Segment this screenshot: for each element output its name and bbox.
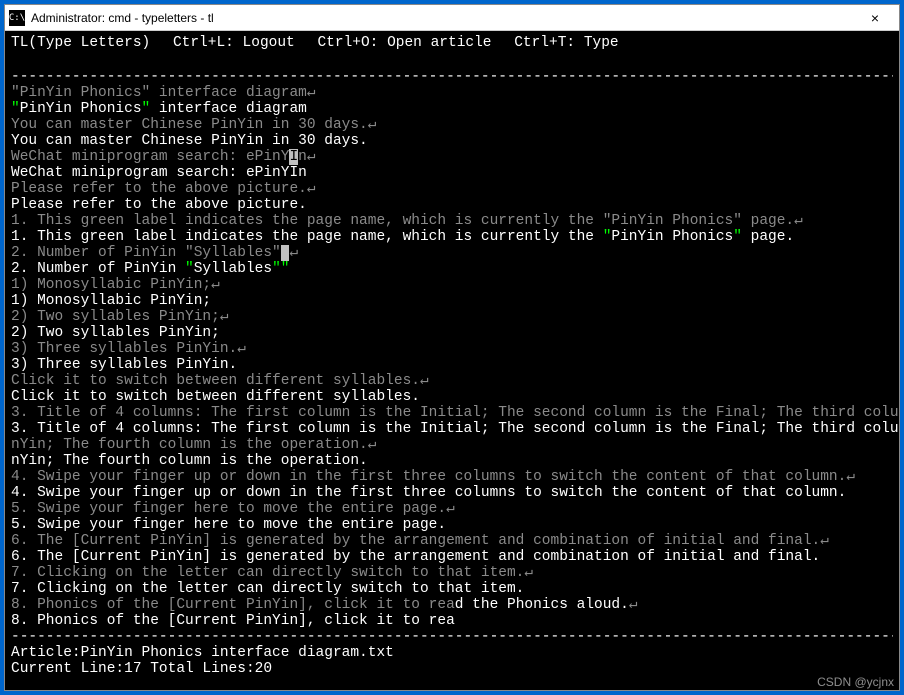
text-line: 2. Number of PinYin "Syllables"" [11, 261, 893, 277]
text-line: "PinYin Phonics" interface diagram↵ [11, 85, 893, 101]
text-line: 8. Phonics of the [Current PinYin], clic… [11, 597, 893, 613]
titlebar: C:\ Administrator: cmd - typeletters - t… [5, 5, 899, 31]
terminal-content[interactable]: TL(Type Letters) Ctrl+L: Logout Ctrl+O: … [5, 31, 899, 690]
footer-article: Article:PinYin Phonics interface diagram… [11, 645, 893, 661]
text-line: You can master Chinese PinYin in 30 days… [11, 133, 893, 149]
text-line: 5. Swipe your finger here to move the en… [11, 517, 893, 533]
empty-line [11, 53, 893, 69]
text-line: WeChat miniprogram search: ePinYIn [11, 165, 893, 181]
divider-top: ----------------------------------------… [11, 69, 893, 85]
menu-logout[interactable]: Ctrl+L: Logout [173, 35, 295, 51]
watermark: CSDN @ycjnx [817, 675, 894, 689]
menu-open-article[interactable]: Ctrl+O: Open article [317, 35, 491, 51]
newline-icon: ↵ [446, 501, 455, 517]
newline-icon: ↵ [846, 469, 855, 485]
text-line: 3) Three syllables PinYin. [11, 357, 893, 373]
text-line: You can master Chinese PinYin in 30 days… [11, 117, 893, 133]
newline-icon: ↵ [794, 213, 803, 229]
divider-bottom: ----------------------------------------… [11, 629, 893, 645]
text-line: 6. The [Current PinYin] is generated by … [11, 533, 893, 549]
text-line: 3. Title of 4 columns: The first column … [11, 421, 893, 437]
menu-type[interactable]: Ctrl+T: Type [514, 35, 618, 51]
newline-icon: ↵ [211, 277, 220, 293]
text-line: Click it to switch between different syl… [11, 373, 893, 389]
newline-icon: ↵ [524, 565, 533, 581]
text-line: 1. This green label indicates the page n… [11, 213, 893, 229]
text-line: 5. Swipe your finger here to move the en… [11, 501, 893, 517]
window-title: Administrator: cmd - typeletters - tl [31, 11, 855, 25]
text-line: 7. Clicking on the letter can directly s… [11, 565, 893, 581]
newline-icon: ↵ [237, 341, 246, 357]
newline-icon: ↵ [220, 309, 229, 325]
newline-icon: ↵ [368, 117, 377, 133]
text-line: Click it to switch between different syl… [11, 389, 893, 405]
cmd-icon: C:\ [9, 10, 25, 26]
typing-content: "PinYin Phonics" interface diagram↵"PinY… [11, 85, 893, 629]
text-line: Please refer to the above picture.↵ [11, 181, 893, 197]
newline-icon: ↵ [307, 181, 316, 197]
text-line: 2) Two syllables PinYin;↵ [11, 309, 893, 325]
newline-icon: ↵ [368, 437, 377, 453]
text-line: nYin; The fourth column is the operation… [11, 453, 893, 469]
text-line: 2) Two syllables PinYin; [11, 325, 893, 341]
text-line: WeChat miniprogram search: ePinYIn↵ [11, 149, 893, 165]
text-line: Please refer to the above picture. [11, 197, 893, 213]
text-line: 7. Clicking on the letter can directly s… [11, 581, 893, 597]
cmd-window: C:\ Administrator: cmd - typeletters - t… [4, 4, 900, 691]
app-name: TL(Type Letters) [11, 35, 150, 51]
text-line: 3. Title of 4 columns: The first column … [11, 405, 893, 421]
text-line: 1) Monosyllabic PinYin;↵ [11, 277, 893, 293]
app-menubar: TL(Type Letters) Ctrl+L: Logout Ctrl+O: … [11, 35, 893, 51]
cursor-position: I [289, 149, 298, 165]
text-line: 4. Swipe your finger up or down in the f… [11, 485, 893, 501]
newline-icon: ↵ [420, 373, 429, 389]
text-line: nYin; The fourth column is the operation… [11, 437, 893, 453]
text-line: 1. This green label indicates the page n… [11, 229, 893, 245]
newline-icon: ↵ [307, 85, 316, 101]
text-line: 4. Swipe your finger up or down in the f… [11, 469, 893, 485]
close-button[interactable]: × [855, 10, 895, 26]
text-line: 3) Three syllables PinYin.↵ [11, 341, 893, 357]
newline-icon: ↵ [307, 149, 316, 165]
text-line: 1) Monosyllabic PinYin; [11, 293, 893, 309]
text-line: 8. Phonics of the [Current PinYin], clic… [11, 613, 893, 629]
text-line: 6. The [Current PinYin] is generated by … [11, 549, 893, 565]
newline-icon: ↵ [289, 245, 298, 261]
newline-icon: ↵ [820, 533, 829, 549]
text-line: "PinYin Phonics" interface diagram [11, 101, 893, 117]
footer-status: Current Line:17 Total Lines:20 [11, 661, 893, 677]
text-line: 2. Number of PinYin "Syllables" ↵ [11, 245, 893, 261]
newline-icon: ↵ [629, 597, 638, 613]
